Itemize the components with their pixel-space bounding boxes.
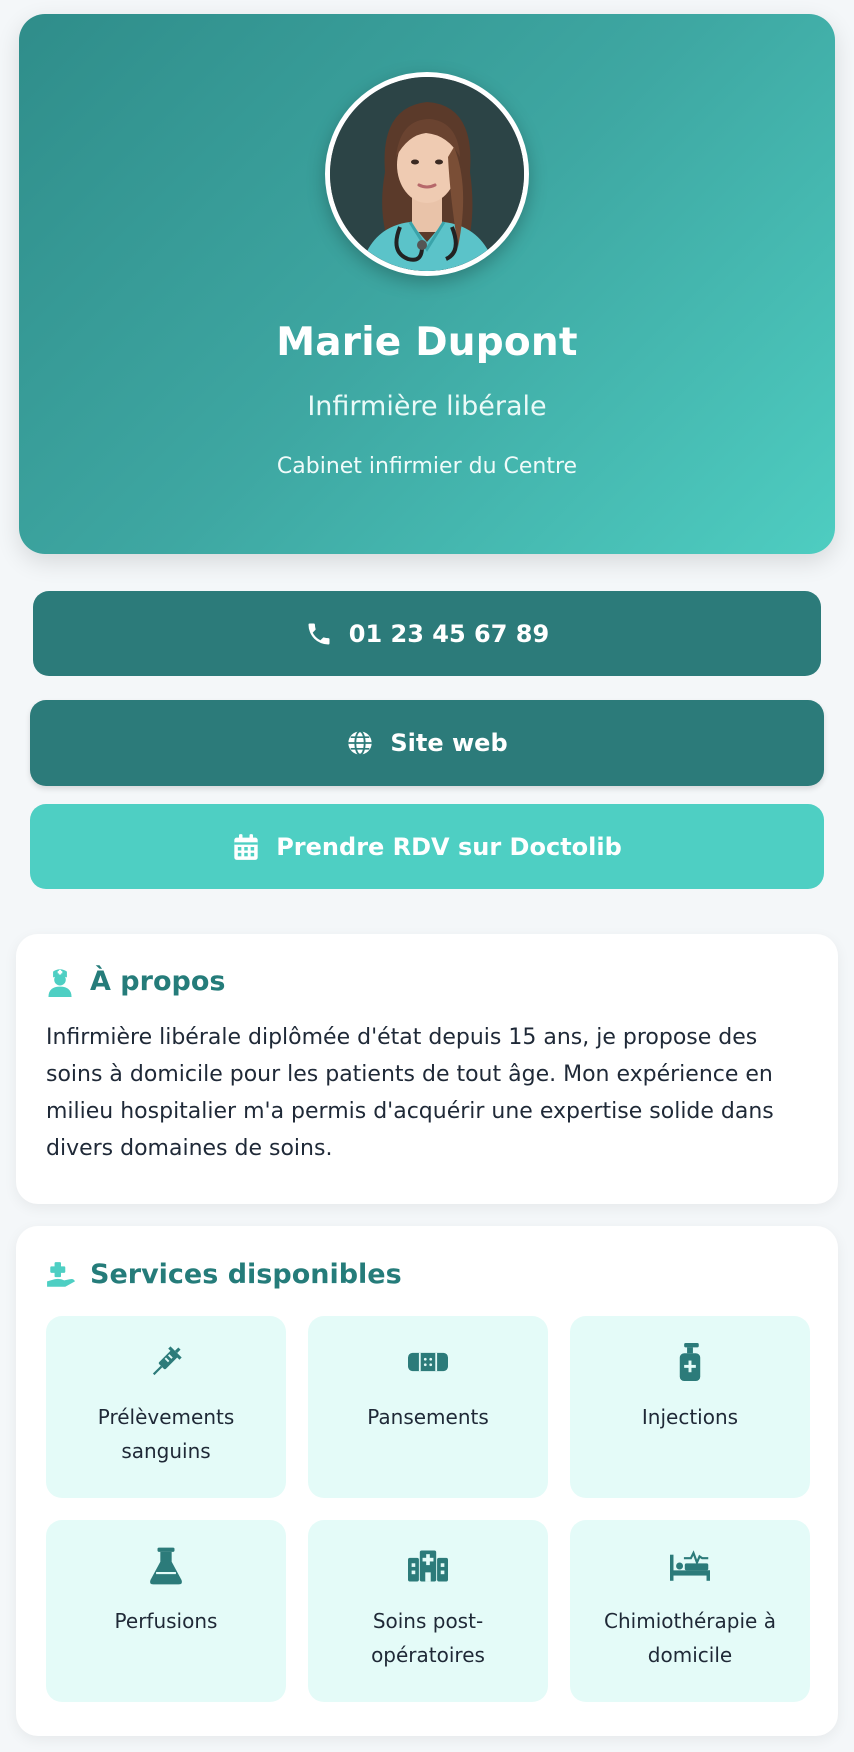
profile-page: Marie Dupont Infirmière libérale Cabinet… bbox=[0, 0, 854, 1752]
bed-pulse-icon bbox=[670, 1546, 710, 1586]
pump-bottle-icon bbox=[670, 1342, 710, 1382]
service-card-infusions[interactable]: Perfusions bbox=[46, 1520, 286, 1702]
profile-name: Marie Dupont bbox=[276, 320, 578, 365]
syringe-icon bbox=[146, 1342, 186, 1382]
profile-office: Cabinet infirmier du Centre bbox=[276, 454, 578, 479]
bandage-icon bbox=[408, 1342, 448, 1382]
service-label: Pansements bbox=[367, 1405, 489, 1429]
services-section: Services disponibles Prélèvements sangui… bbox=[16, 1226, 838, 1736]
profile-header-card: Marie Dupont Infirmière libérale Cabinet… bbox=[19, 14, 835, 554]
globe-icon bbox=[346, 729, 374, 757]
profile-role: Infirmière libérale bbox=[307, 391, 547, 422]
call-button-label: 01 23 45 67 89 bbox=[348, 619, 550, 648]
services-grid: Prélèvements sanguins Pansements Injecti… bbox=[46, 1316, 810, 1702]
service-card-dressings[interactable]: Pansements bbox=[308, 1316, 548, 1498]
service-label: Injections bbox=[641, 1405, 739, 1429]
nurse-icon bbox=[46, 967, 76, 997]
about-text: Infirmière libérale diplômée d'état depu… bbox=[46, 1025, 774, 1161]
about-heading: À propos bbox=[46, 966, 808, 997]
doctolib-button-label: Prendre RDV sur Doctolib bbox=[276, 832, 622, 861]
calendar-icon bbox=[232, 833, 260, 861]
hospital-icon bbox=[408, 1546, 448, 1586]
service-label: Perfusions bbox=[114, 1609, 218, 1633]
phone-icon bbox=[305, 620, 333, 648]
doctolib-booking-button[interactable]: Prendre RDV sur Doctolib bbox=[30, 804, 824, 889]
avatar bbox=[325, 72, 529, 276]
service-label: Chimiothérapie à domicile bbox=[604, 1609, 776, 1667]
service-card-post-op-care[interactable]: Soins post-opératoires bbox=[308, 1520, 548, 1702]
service-card-home-chemotherapy[interactable]: Chimiothérapie à domicile bbox=[570, 1520, 810, 1702]
website-button-label: Site web bbox=[390, 729, 508, 757]
service-label: Soins post-opératoires bbox=[371, 1609, 485, 1667]
service-card-blood-draw[interactable]: Prélèvements sanguins bbox=[46, 1316, 286, 1498]
flask-icon bbox=[146, 1546, 186, 1586]
about-section: À propos Infirmière libérale diplômée d'… bbox=[16, 934, 838, 1204]
call-button[interactable]: 01 23 45 67 89 bbox=[33, 591, 821, 676]
about-title: À propos bbox=[90, 966, 226, 997]
services-title: Services disponibles bbox=[90, 1259, 402, 1290]
service-label: Prélèvements sanguins bbox=[97, 1405, 235, 1463]
service-card-injections[interactable]: Injections bbox=[570, 1316, 810, 1498]
website-button[interactable]: Site web bbox=[30, 700, 824, 786]
hand-medical-icon bbox=[46, 1260, 76, 1290]
services-heading: Services disponibles bbox=[46, 1259, 808, 1290]
